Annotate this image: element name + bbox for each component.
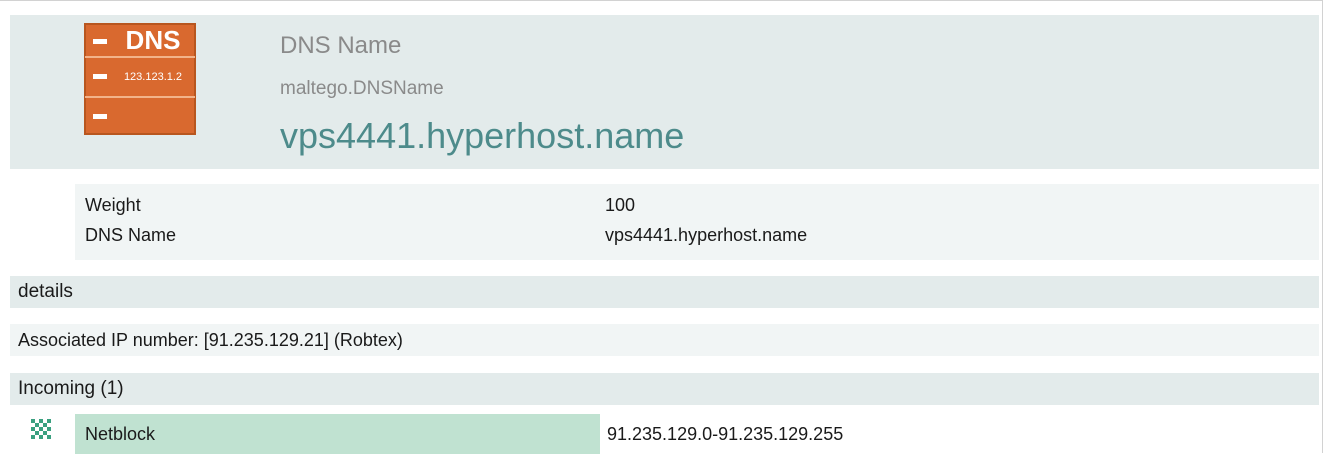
property-name: Weight [85, 195, 141, 215]
entity-panel: DNS 123.123.1.2 DNS Name maltego.DNSName… [0, 0, 1323, 454]
incoming-link-value[interactable]: 91.235.129.0-91.235.129.255 [607, 414, 843, 454]
incoming-link-type[interactable]: Netblock [75, 414, 600, 454]
details-text: Associated IP number: [91.235.129.21] (R… [10, 324, 1319, 356]
icon-dns-text: DNS [126, 25, 181, 55]
details-section-header[interactable]: details [10, 276, 1319, 308]
property-value[interactable]: vps4441.hyperhost.name [605, 220, 807, 250]
property-value[interactable]: 100 [605, 190, 635, 220]
dns-name-icon: DNS 123.123.1.2 [84, 23, 196, 135]
details-text-content: Associated IP number: [91.235.129.21] (R… [18, 330, 403, 350]
entity-type-id: maltego.DNSName [280, 78, 444, 99]
properties-table: Weight 100 DNS Name vps4441.hyperhost.na… [75, 184, 1319, 260]
icon-ip-text: 123.123.1.2 [124, 71, 182, 83]
incoming-title: Incoming (1) [18, 378, 124, 399]
entity-type-label: DNS Name [280, 32, 402, 59]
incoming-section-header[interactable]: Incoming (1) [10, 373, 1319, 405]
incoming-link-row[interactable]: Netblock 91.235.129.0-91.235.129.255 [10, 414, 1319, 454]
entity-header: DNS 123.123.1.2 DNS Name maltego.DNSName… [10, 15, 1319, 169]
property-row: DNS Name vps4441.hyperhost.name [75, 220, 1319, 250]
details-title: details [18, 281, 73, 302]
property-name: DNS Name [85, 225, 177, 245]
incoming-link-type-label: Netblock [85, 424, 156, 444]
netblock-icon [31, 419, 51, 439]
entity-value[interactable]: vps4441.hyperhost.name [280, 115, 684, 157]
property-row: Weight 100 [75, 190, 1319, 220]
